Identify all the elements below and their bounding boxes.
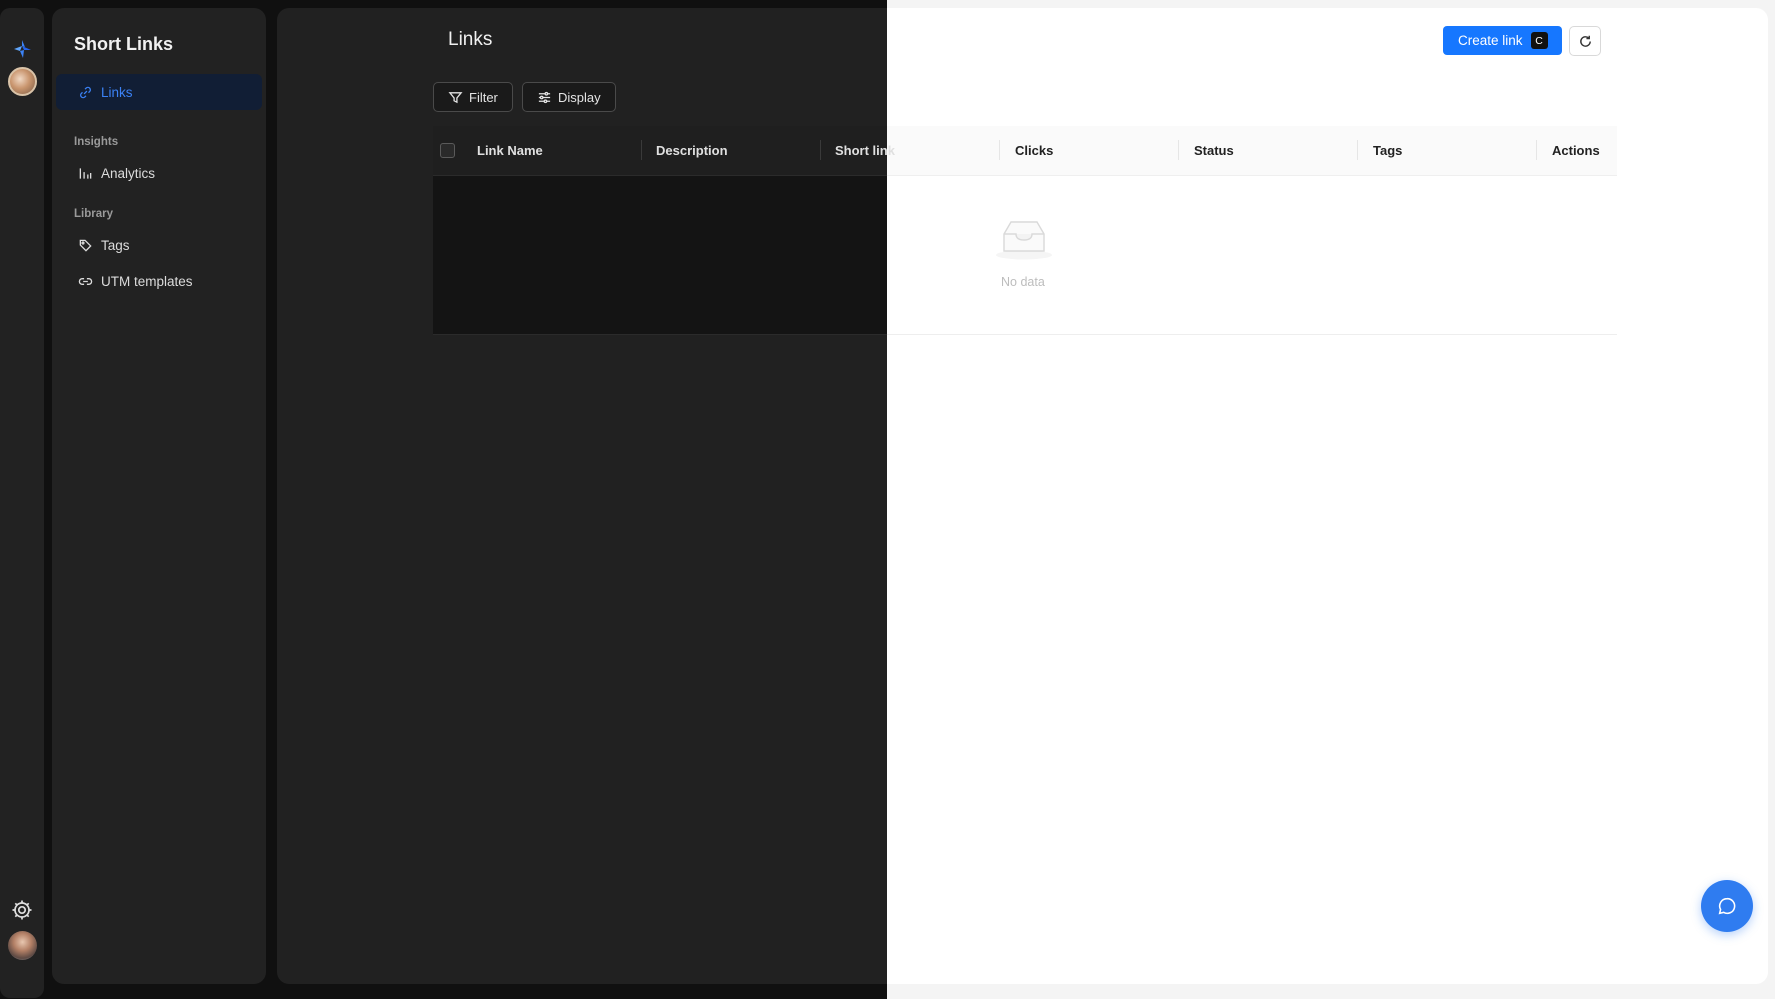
chart-bars-icon — [79, 167, 92, 179]
column-separator — [820, 140, 821, 160]
shortcut-badge: C — [1530, 32, 1548, 49]
app-logo-icon[interactable] — [11, 38, 33, 60]
column-separator — [1357, 140, 1358, 160]
filter-icon — [448, 91, 463, 103]
sidebar-item-label: Analytics — [101, 165, 156, 181]
create-link-label: Create link — [1458, 33, 1523, 48]
link-icon — [78, 277, 93, 285]
filter-button[interactable]: Filter — [433, 82, 513, 112]
create-link-button[interactable]: Create link C — [1443, 26, 1562, 55]
column-header-clicks[interactable]: Clicks — [1015, 143, 1053, 158]
filter-label: Filter — [469, 89, 498, 105]
column-separator — [1536, 140, 1537, 160]
column-header-short-link[interactable]: Short link — [835, 143, 895, 158]
empty-inbox-icon — [996, 221, 1052, 260]
column-separator — [999, 140, 1000, 160]
workspace-avatar[interactable] — [8, 67, 37, 96]
refresh-button[interactable] — [1569, 26, 1601, 56]
column-header-description[interactable]: Description — [656, 143, 728, 158]
column-header-actions[interactable]: Actions — [1552, 143, 1600, 158]
table-body-dark — [433, 176, 887, 335]
chat-button[interactable] — [1701, 880, 1753, 932]
sidebar-title: Short Links — [74, 34, 174, 54]
tag-icon — [79, 239, 92, 252]
sidebar-item-label: Tags — [101, 237, 130, 253]
sidebar-item-utm-templates[interactable]: UTM templates — [56, 263, 262, 299]
sidebar-item-label: Links — [101, 84, 133, 100]
section-label-library: Library — [74, 208, 113, 220]
sliders-icon — [538, 91, 551, 103]
column-header-link-name[interactable]: Link Name — [477, 143, 543, 158]
link-icon — [80, 86, 91, 98]
column-separator — [1178, 140, 1179, 160]
app-rail — [0, 8, 44, 998]
select-all-checkbox[interactable] — [440, 143, 455, 158]
sidebar: Short Links Links Insights Analytics Lib… — [52, 8, 266, 984]
empty-state-text: No data — [1001, 275, 1045, 289]
column-header-tags[interactable]: Tags — [1373, 143, 1402, 158]
sidebar-item-analytics[interactable]: Analytics — [56, 155, 262, 191]
column-separator — [641, 140, 642, 160]
user-avatar[interactable] — [8, 931, 37, 960]
display-label: Display — [558, 89, 601, 105]
display-button[interactable]: Display — [522, 82, 616, 112]
section-label-insights: Insights — [74, 136, 119, 148]
gear-icon[interactable] — [10, 898, 34, 922]
page-title: Links — [448, 29, 493, 50]
refresh-icon — [1579, 35, 1591, 47]
sidebar-item-label: UTM templates — [101, 273, 193, 289]
sidebar-item-links[interactable]: Links — [56, 74, 262, 110]
table-header-light — [887, 126, 1617, 176]
sidebar-item-tags[interactable]: Tags — [56, 227, 262, 263]
chat-bubble-icon — [1718, 897, 1736, 915]
column-header-status[interactable]: Status — [1194, 143, 1234, 158]
